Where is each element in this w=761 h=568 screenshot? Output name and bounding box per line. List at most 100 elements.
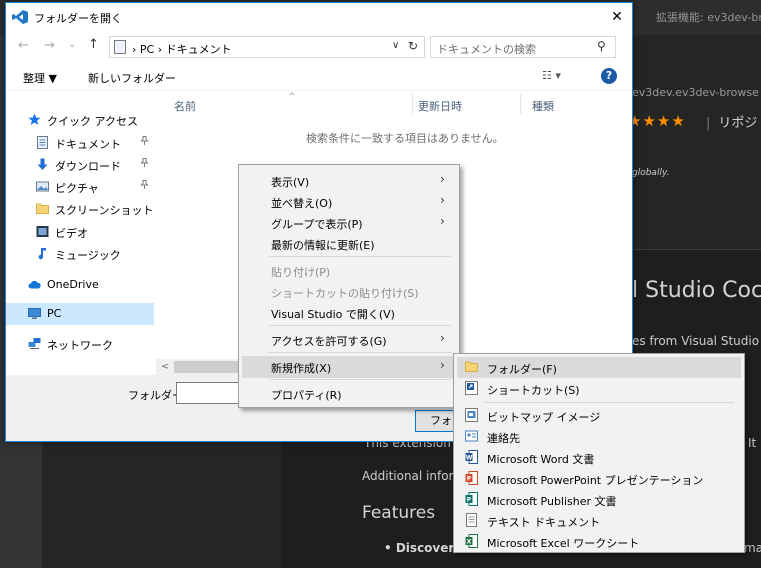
bitmap-icon [465,408,478,422]
extension-id: ev3dev.ev3dev-browse [632,86,759,99]
new-menu-item[interactable]: テキスト ドキュメント [457,510,741,531]
music-icon [36,247,49,260]
empty-message: 検索条件に一致する項目はありません。 [306,132,504,145]
shortcut-icon [465,381,478,395]
refresh-button[interactable]: ↻ [408,39,418,53]
menu-item-label: 貼り付け(P) [271,266,331,279]
nav-item-label: ビデオ [55,227,88,240]
tab-extension[interactable]: 拡張機能: ev3dev-br [644,0,761,35]
new-submenu: フォルダー(F) ショートカット(S) ビットマップ イメージ連絡先 W Microso… [453,353,745,553]
menu-item-label: フォルダー(F) [487,363,557,376]
address-path[interactable]: › PC › ドキュメント [132,41,232,57]
submenu-arrow-icon: › [440,214,445,228]
context-menu-item[interactable]: グループで表示(P) › [242,212,456,234]
menu-separator [484,402,734,403]
column-divider[interactable] [412,94,413,114]
new-menu-item[interactable]: P Microsoft Publisher 文書 [457,489,741,510]
menu-separator [269,325,451,326]
context-menu-item[interactable]: プロパティ(R) [242,383,456,405]
readme-title: l Studio Coc [632,278,761,303]
context-menu-item[interactable]: アクセスを許可する(G) › [242,329,456,351]
new-menu-item[interactable]: X Microsoft Excel ワークシート [457,531,741,552]
new-menu-item[interactable]: フォルダー(F) [457,357,741,378]
forward-button[interactable]: → [44,38,55,53]
word-icon: W [465,450,478,464]
new-menu-item[interactable]: ショートカット(S) [457,378,741,399]
column-modified[interactable]: 更新日時 [418,98,462,114]
search-icon[interactable]: ⚲ [597,39,606,53]
nav-item[interactable]: OneDrive [6,274,154,296]
video-icon [36,225,49,238]
context-menu: 表示(V) › 並べ替え(O) › グループで表示(P) › 最新の情報に更新(E) 貼り付け… [238,164,460,408]
vscode-icon [12,10,28,24]
menu-item-label: Microsoft Publisher 文書 [487,495,617,508]
publisher-icon: P [465,492,478,506]
view-options-button[interactable]: ☷ ▾ [542,69,561,82]
repository-link[interactable]: |リポジト [706,112,761,131]
menu-item-label: プロパティ(R) [271,389,342,402]
column-type[interactable]: 種類 [532,98,554,114]
nav-item[interactable]: ビデオ [6,221,154,243]
powerpoint-icon: P [465,471,478,485]
menu-item-label: ビットマップ イメージ [487,411,601,424]
rating-stars[interactable]: ★★★★ [628,112,686,130]
readme-description: es from Visual Studio Co [632,334,761,348]
new-menu-item[interactable]: ビットマップ イメージ [457,405,741,426]
help-button[interactable]: ? [601,68,617,84]
menu-item-label: Visual Studio で開く(V) [271,308,395,321]
search-box[interactable]: ドキュメントの検索 ⚲ [430,36,616,58]
readme-bullet-tail: ma [744,541,761,555]
menu-item-label: 表示(V) [271,176,310,189]
new-menu-item[interactable]: P Microsoft PowerPoint プレゼンテーション [457,468,741,489]
menu-item-label: ショートカットの貼り付け(S) [271,287,419,300]
nav-item[interactable]: ミュージック [6,243,154,265]
scroll-left-button[interactable]: < [158,359,172,375]
repository-label[interactable]: リポジト [718,116,761,131]
organize-button[interactable]: 整理 ▼ [23,70,57,86]
context-menu-item[interactable]: 新規作成(X) › [242,356,456,378]
submenu-arrow-icon: › [440,193,445,207]
context-menu-item[interactable]: Visual Studio で開く(V) [242,302,456,324]
nav-item[interactable]: ピクチャ [6,176,154,198]
context-menu-item: 貼り付け(P) [242,260,456,282]
folder-icon [465,360,478,374]
pin-icon[interactable] [140,180,149,192]
pin-icon[interactable] [140,158,149,170]
back-button[interactable]: ← [18,38,29,53]
context-menu-item[interactable]: 最新の情報に更新(E) [242,233,456,255]
column-name[interactable]: 名前 [174,98,196,114]
dialog-titlebar[interactable]: フォルダーを開く ✕ [6,3,632,31]
close-button[interactable]: ✕ [602,6,632,28]
context-menu-item[interactable]: 並べ替え(O) › [242,191,456,213]
address-dropdown[interactable]: ∨ [392,40,399,51]
address-bar[interactable]: › PC › ドキュメント ∨ ↻ [109,36,425,58]
recent-locations-dropdown[interactable]: ⌄ [68,39,76,50]
context-menu-item[interactable]: 表示(V) › [242,170,456,192]
sort-indicator-icon: ^ [288,92,296,102]
navigation-pane: クイック アクセスドキュメントダウンロードピクチャスクリーンショットビデオミュー… [6,92,154,372]
new-folder-button[interactable]: 新しいフォルダー [88,70,176,86]
svg-text:P: P [467,497,472,504]
nav-item[interactable]: ドキュメント [6,132,154,154]
nav-item-label: ドキュメント [55,138,121,151]
nav-item[interactable]: スクリーンショット [6,198,154,220]
nav-item-label: ミュージック [55,249,121,262]
new-menu-item[interactable]: W Microsoft Word 文書 [457,447,741,468]
pin-icon[interactable] [140,136,149,148]
nav-item[interactable]: クイック アクセス [6,109,154,131]
column-divider[interactable] [520,94,521,114]
svg-text:X: X [467,539,472,546]
menu-item-label: 新規作成(X) [271,362,332,375]
new-menu-item[interactable]: 連絡先 [457,426,741,447]
search-placeholder: ドキュメントの検索 [437,43,536,56]
nav-item-label: PC [47,307,62,320]
folder-icon [36,202,49,215]
up-button[interactable]: ↑ [88,37,99,52]
nav-item[interactable]: ネットワーク [6,333,154,355]
nav-item[interactable]: PC [6,303,154,325]
nav-item-label: ピクチャ [55,182,99,195]
dialog-title: フォルダーを開く [34,12,122,25]
menu-item-label: Microsoft Word 文書 [487,453,595,466]
nav-item[interactable]: ダウンロード [6,154,154,176]
documents-icon [114,40,126,54]
